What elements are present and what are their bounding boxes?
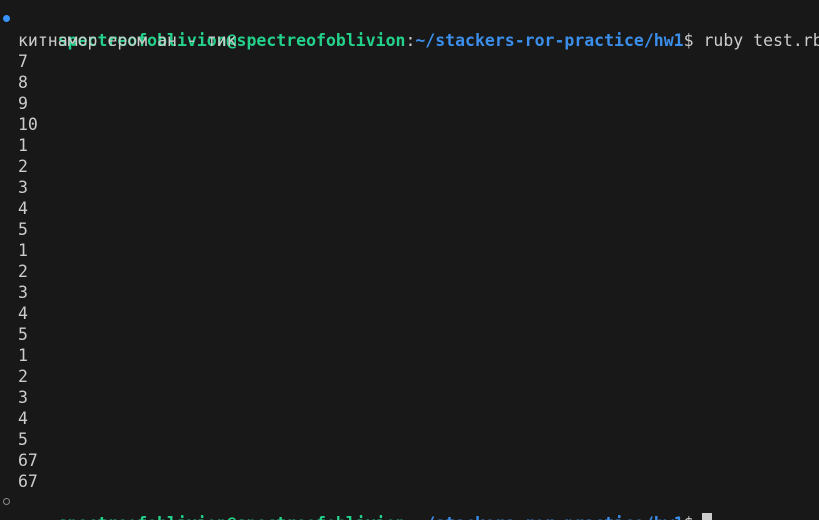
command-prompt-line: spectreofoblivion@spectreofoblivion:~/st…: [0, 9, 819, 50]
output-line: 3: [18, 388, 28, 407]
output-line: 1: [18, 346, 28, 365]
output-line: 5: [18, 220, 28, 239]
output-line: 67: [18, 472, 38, 491]
output-line: 2: [18, 367, 28, 386]
output-line: 3: [18, 178, 28, 197]
prompt-path: ~/stackers-ror-practice/hw1: [415, 514, 683, 520]
output-line: 4: [18, 304, 28, 323]
terminal-cursor[interactable]: [701, 513, 712, 520]
output-line: китнамор ером ан - тик: [18, 31, 237, 50]
output-line: 7: [18, 52, 28, 71]
command-output: китнамор ером ан - тик 7 8 9 10 1 2 3 4 …: [0, 30, 819, 492]
output-line: 2: [18, 262, 28, 281]
terminal-panel[interactable]: spectreofoblivion@spectreofoblivion:~/st…: [0, 0, 819, 520]
command-success-dot-icon[interactable]: [3, 15, 10, 22]
command-pending-circle-icon[interactable]: [3, 498, 10, 505]
output-line: 4: [18, 199, 28, 218]
output-line: 9: [18, 94, 28, 113]
output-line: 1: [18, 241, 28, 260]
prompt-user-host: spectreofoblivion@spectreofoblivion: [58, 514, 406, 520]
prompt-dollar: $: [684, 514, 694, 520]
output-line: 67: [18, 451, 38, 470]
output-line: 1: [18, 136, 28, 155]
output-line: 2: [18, 157, 28, 176]
output-line: 5: [18, 325, 28, 344]
output-line: 5: [18, 430, 28, 449]
output-line: 8: [18, 73, 28, 92]
prompt-colon: :: [405, 514, 415, 520]
output-line: 10: [18, 115, 38, 134]
active-prompt-line[interactable]: spectreofoblivion@spectreofoblivion:~/st…: [0, 492, 819, 520]
output-line: 3: [18, 283, 28, 302]
output-line: 4: [18, 409, 28, 428]
